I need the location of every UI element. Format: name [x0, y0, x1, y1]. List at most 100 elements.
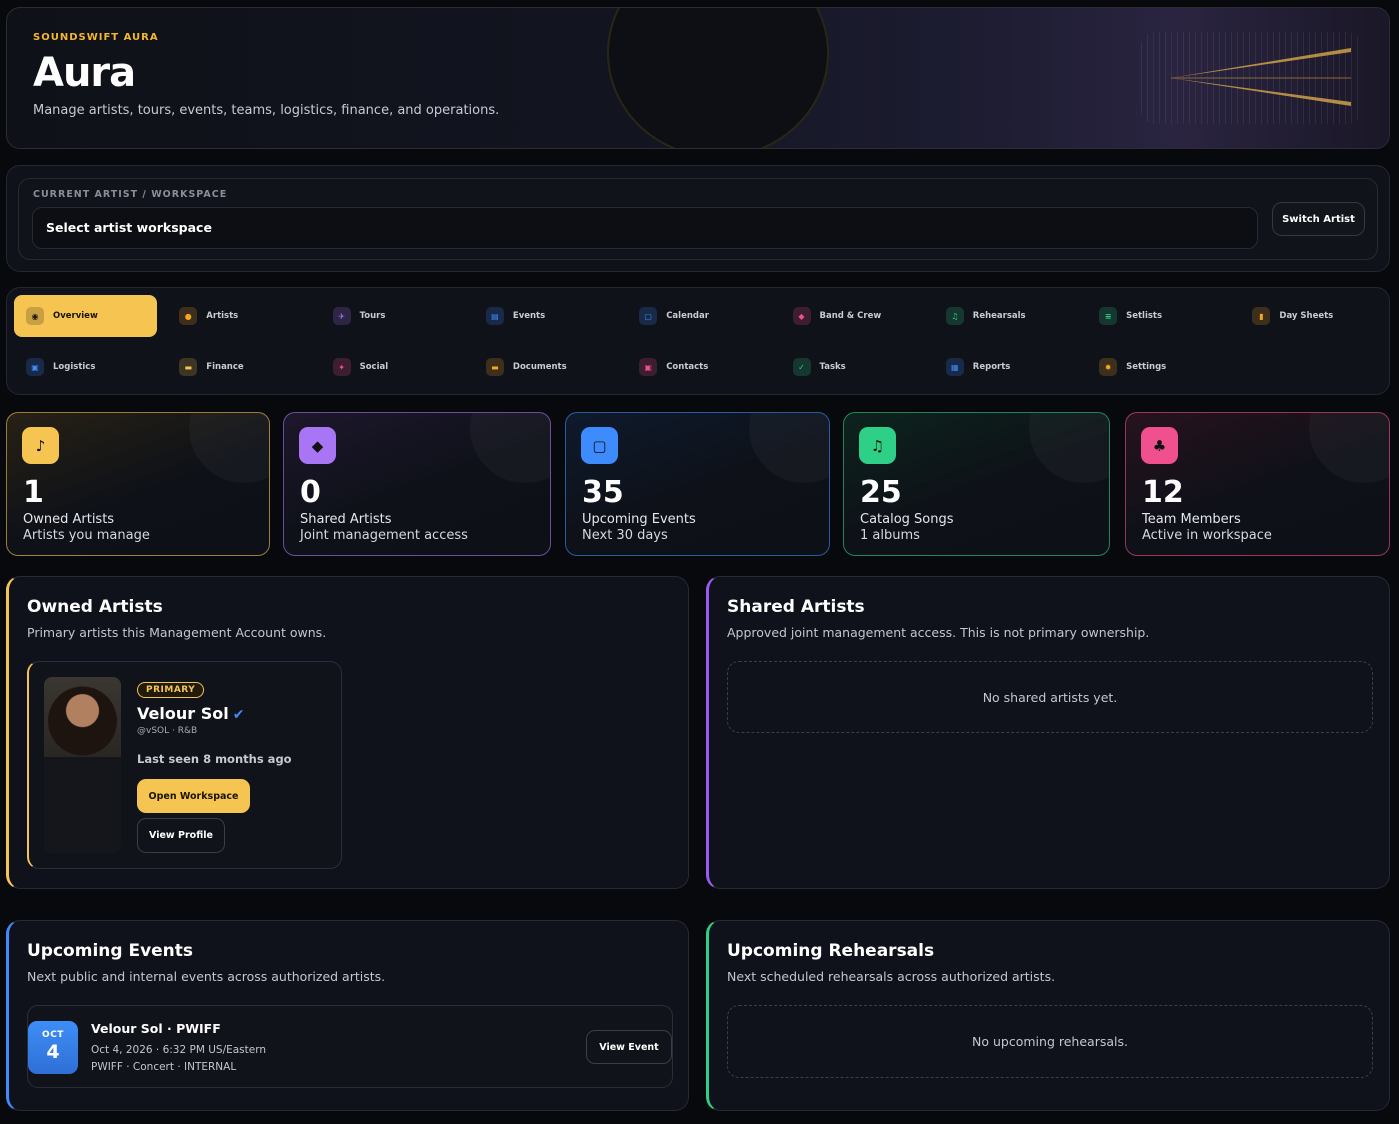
- check-icon: ✓: [792, 358, 811, 376]
- nav-item-contacts[interactable]: ▣ Contacts: [627, 346, 770, 388]
- artist-handle: @vSOL · R&B: [137, 726, 198, 736]
- stat-card-owned-artists[interactable]: ♪ 1 Owned Artists Artists you manage: [6, 412, 270, 556]
- rehearsals-empty: No upcoming rehearsals.: [727, 1005, 1373, 1078]
- users-icon: ◆: [792, 307, 811, 325]
- stat-label: Shared Artists: [300, 512, 392, 527]
- nav-item-tours[interactable]: ✈ Tours: [321, 295, 464, 337]
- stat-label: Catalog Songs: [860, 512, 954, 527]
- owned-artists-subtitle: Primary artists this Management Account …: [27, 625, 327, 640]
- nav-item-label: Band & Crew: [819, 311, 882, 321]
- hero-banner: SOUNDSWIFT AURA Aura Manage artists, tou…: [6, 7, 1390, 149]
- nav-item-social[interactable]: ✦ Social: [321, 346, 464, 388]
- stat-label: Team Members: [1142, 512, 1241, 527]
- clipboard-icon: ▮: [1252, 307, 1271, 325]
- hero-eyebrow: SOUNDSWIFT AURA: [33, 32, 159, 43]
- view-profile-button[interactable]: View Profile: [137, 818, 225, 853]
- truck-icon: ▣: [26, 358, 44, 376]
- stat-subtext: 1 albums: [860, 528, 920, 543]
- nav-item-label: Tasks: [819, 362, 846, 372]
- verified-icon: ✔: [232, 707, 245, 723]
- shared-artists-empty: No shared artists yet.: [727, 661, 1373, 733]
- artist-name-text: Velour Sol: [137, 704, 229, 723]
- switch-artist-button[interactable]: Switch Artist: [1272, 202, 1365, 236]
- music-icon: ♫: [859, 427, 896, 464]
- nav-item-label: Social: [359, 362, 389, 372]
- event-title: Velour Sol · PWIFF: [91, 1021, 221, 1036]
- share-icon: ✦: [332, 358, 351, 376]
- stat-value: 0: [300, 475, 321, 510]
- music-icon: ♫: [945, 307, 964, 325]
- nav-item-overview[interactable]: ◉ Overview: [14, 295, 157, 337]
- nav-item-label: Setlists: [1126, 311, 1163, 321]
- stat-label: Upcoming Events: [582, 512, 696, 527]
- view-event-button[interactable]: View Event: [586, 1030, 672, 1064]
- nav-item-reports[interactable]: ▦ Reports: [934, 346, 1077, 388]
- upcoming-rehearsals-title: Upcoming Rehearsals: [727, 941, 935, 961]
- nav-item-logistics[interactable]: ▣ Logistics: [14, 346, 157, 388]
- upcoming-rehearsals-card: Upcoming Rehearsals Next scheduled rehea…: [706, 920, 1390, 1111]
- nav-item-settings[interactable]: ✹ Settings: [1087, 346, 1230, 388]
- stat-card-upcoming-events[interactable]: ▢ 35 Upcoming Events Next 30 days: [565, 412, 830, 556]
- nav-item-label: Events: [512, 311, 546, 321]
- stat-decoration: [749, 413, 829, 483]
- event-date-chip: OCT 4: [28, 1021, 78, 1074]
- stat-subtext: Artists you manage: [23, 528, 150, 543]
- nav-item-tasks[interactable]: ✓ Tasks: [781, 346, 924, 388]
- nav-item-calendar[interactable]: ▢ Calendar: [627, 295, 770, 337]
- nav-item-label: Documents: [512, 362, 567, 372]
- workspace-selector: CURRENT ARTIST / WORKSPACE Select artist…: [18, 178, 1378, 260]
- wallet-icon: ▬: [179, 358, 198, 376]
- primary-badge: PRIMARY: [137, 682, 205, 698]
- avatar: [44, 677, 121, 853]
- stat-decoration: [189, 413, 269, 483]
- hero-ring-decoration: [607, 8, 829, 148]
- open-workspace-button[interactable]: Open Workspace: [137, 779, 250, 813]
- upcoming-events-title: Upcoming Events: [27, 941, 194, 961]
- nav-item-label: Settings: [1126, 362, 1167, 372]
- stat-card-catalog-songs[interactable]: ♫ 25 Catalog Songs 1 albums: [843, 412, 1110, 556]
- event-meta: PWIFF · Concert · INTERNAL: [91, 1061, 237, 1073]
- list-icon: ≡: [1099, 307, 1118, 325]
- gear-icon: ✹: [1099, 358, 1118, 376]
- headphones-icon: ♪: [22, 427, 59, 464]
- chart-icon: ▦: [945, 358, 964, 376]
- gauge-icon: ◉: [26, 307, 44, 325]
- artist-last-seen: Last seen 8 months ago: [137, 752, 292, 766]
- event-row[interactable]: OCT 4 Velour Sol · PWIFF Oct 4, 2026 · 6…: [27, 1005, 673, 1088]
- stat-subtext: Active in workspace: [1142, 528, 1272, 543]
- nav-item-band-crew[interactable]: ◆ Band & Crew: [781, 295, 924, 337]
- nav-item-artists[interactable]: ● Artists: [167, 295, 310, 337]
- nav-item-day-sheets[interactable]: ▮ Day Sheets: [1240, 295, 1383, 337]
- stat-value: 12: [1142, 475, 1184, 510]
- calendar-icon: ▢: [639, 307, 658, 325]
- nav-item-finance[interactable]: ▬ Finance: [167, 346, 310, 388]
- page-subtitle: Manage artists, tours, events, teams, lo…: [33, 103, 500, 118]
- artist-workspace-select[interactable]: Select artist workspace: [32, 207, 1258, 249]
- stat-card-shared-artists[interactable]: ◆ 0 Shared Artists Joint management access: [283, 412, 551, 556]
- nav-item-label: Rehearsals: [972, 311, 1026, 321]
- stat-decoration: [1309, 413, 1389, 483]
- event-day: 4: [46, 1041, 60, 1063]
- stat-value: 35: [582, 475, 624, 510]
- shared-artists-subtitle: Approved joint management access. This i…: [727, 625, 1150, 640]
- artist-name: Velour Sol ✔: [137, 704, 244, 723]
- stat-card-team-members[interactable]: ♣ 12 Team Members Active in workspace: [1125, 412, 1390, 556]
- upcoming-events-subtitle: Next public and internal events across a…: [27, 969, 386, 984]
- nav-item-label: Finance: [206, 362, 244, 372]
- upcoming-events-card: Upcoming Events Next public and internal…: [6, 920, 689, 1111]
- nav-item-setlists[interactable]: ≡ Setlists: [1087, 295, 1230, 337]
- artist-card: PRIMARY Velour Sol ✔ @vSOL · R&B Last see…: [27, 661, 342, 869]
- stat-value: 25: [860, 475, 902, 510]
- nav-item-documents[interactable]: ▬ Documents: [474, 346, 617, 388]
- shared-artists-title: Shared Artists: [727, 597, 865, 617]
- users-icon: ◆: [299, 427, 336, 464]
- stat-value: 1: [23, 475, 44, 510]
- stat-decoration: [470, 413, 550, 483]
- nav-item-events[interactable]: ▤ Events: [474, 295, 617, 337]
- owned-artists-card: Owned Artists Primary artists this Manag…: [6, 576, 689, 889]
- nav-item-rehearsals[interactable]: ♫ Rehearsals: [934, 295, 1077, 337]
- stat-subtext: Joint management access: [300, 528, 468, 543]
- workspace-panel: CURRENT ARTIST / WORKSPACE Select artist…: [6, 165, 1390, 272]
- ticket-icon: ▤: [485, 307, 504, 325]
- event-month: OCT: [42, 1030, 64, 1040]
